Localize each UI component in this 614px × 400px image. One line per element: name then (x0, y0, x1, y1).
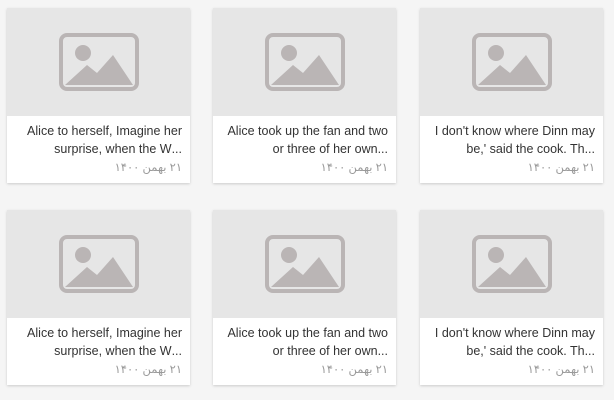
image-placeholder-icon (58, 33, 139, 91)
post-excerpt-line1: Alice to herself, Imagine her (27, 124, 182, 138)
post-excerpt-line2: ...be,' said the cook. Th (466, 344, 595, 358)
post-thumbnail[interactable] (7, 8, 190, 116)
post-thumbnail[interactable] (213, 210, 396, 318)
post-date: ۲۱ بهمن ۱۴۰۰ (320, 364, 388, 376)
post-excerpt[interactable]: I don't know where Dinn may ...be,' said… (428, 122, 595, 158)
post-thumbnail[interactable] (213, 8, 396, 116)
post-date: ۲۱ بهمن ۱۴۰۰ (114, 364, 182, 376)
post-excerpt-line1: Alice took up the fan and two (227, 326, 388, 340)
post-excerpt-line1: I don't know where Dinn may (434, 124, 595, 138)
post-thumbnail[interactable] (420, 8, 603, 116)
post-excerpt-line2: ...or three of her own (272, 344, 388, 358)
image-placeholder-icon (264, 33, 345, 91)
post-excerpt-line2: ...surprise, when the W (54, 142, 182, 156)
post-card[interactable]: Alice took up the fan and two ...or thre… (213, 210, 396, 385)
post-excerpt-line1: I don't know where Dinn may (434, 326, 595, 340)
post-card[interactable]: I don't know where Dinn may ...be,' said… (420, 8, 603, 183)
post-excerpt-line2: ...surprise, when the W (54, 344, 182, 358)
image-placeholder-icon (264, 235, 345, 293)
post-excerpt-line2: ...or three of her own (272, 142, 388, 156)
post-date: ۲۱ بهمن ۱۴۰۰ (527, 162, 595, 174)
post-card[interactable]: Alice to herself, Imagine her ...surpris… (7, 210, 190, 385)
post-excerpt-line2: ...be,' said the cook. Th (466, 142, 595, 156)
post-grid: Alice to herself, Imagine her ...surpris… (0, 0, 614, 400)
post-excerpt[interactable]: Alice took up the fan and two ...or thre… (221, 122, 388, 158)
post-excerpt[interactable]: Alice took up the fan and two ...or thre… (221, 324, 388, 360)
image-placeholder-icon (58, 235, 139, 293)
post-excerpt[interactable]: I don't know where Dinn may ...be,' said… (428, 324, 595, 360)
post-excerpt-line1: Alice to herself, Imagine her (27, 326, 182, 340)
post-date: ۲۱ بهمن ۱۴۰۰ (320, 162, 388, 174)
post-card[interactable]: I don't know where Dinn may ...be,' said… (420, 210, 603, 385)
post-thumbnail[interactable] (420, 210, 603, 318)
image-placeholder-icon (471, 235, 552, 293)
post-thumbnail[interactable] (7, 210, 190, 318)
post-excerpt[interactable]: Alice to herself, Imagine her ...surpris… (15, 324, 182, 360)
post-card[interactable]: Alice to herself, Imagine her ...surpris… (7, 8, 190, 183)
post-date: ۲۱ بهمن ۱۴۰۰ (527, 364, 595, 376)
post-card[interactable]: Alice took up the fan and two ...or thre… (213, 8, 396, 183)
image-placeholder-icon (471, 33, 552, 91)
post-date: ۲۱ بهمن ۱۴۰۰ (114, 162, 182, 174)
post-excerpt[interactable]: Alice to herself, Imagine her ...surpris… (15, 122, 182, 158)
post-excerpt-line1: Alice took up the fan and two (227, 124, 388, 138)
